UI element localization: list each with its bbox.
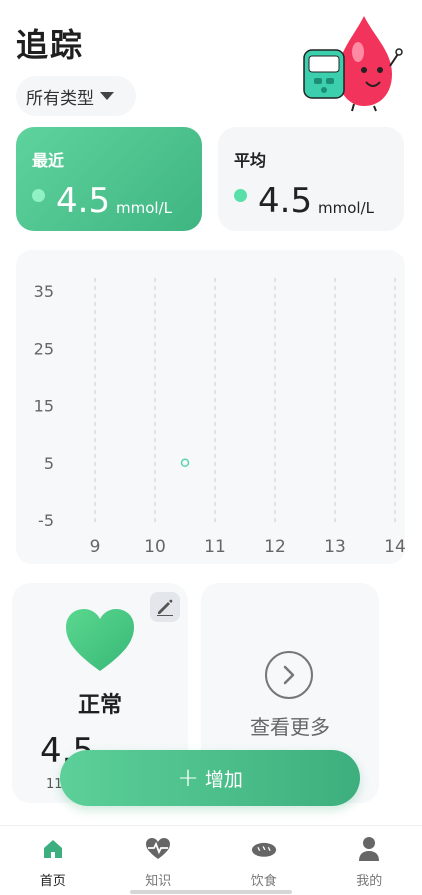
x-tick-label: 9: [90, 537, 101, 557]
bottom-tab-bar: 首页 知识 饮食 我的: [0, 825, 422, 895]
tab-knowledge-label: 知识: [145, 874, 172, 889]
x-tick-label: 12: [264, 537, 286, 557]
recent-label: 最近: [32, 151, 65, 170]
y-tick-label: 25: [34, 339, 54, 358]
recent-reading-card[interactable]: 最近 4.5 mmol/L: [16, 127, 202, 231]
health-status-text: 正常: [77, 693, 122, 718]
bread-icon: [251, 836, 277, 862]
average-dot-icon: [234, 189, 247, 202]
type-filter-dropdown[interactable]: 所有类型: [16, 76, 136, 116]
user-icon: [356, 836, 382, 862]
tab-knowledge[interactable]: 知识: [106, 826, 212, 895]
tab-diet-label: 饮食: [250, 874, 277, 889]
glucose-chart[interactable]: 9 10 11 12 13 14 35 25 15 5 -5: [16, 250, 405, 564]
tab-home[interactable]: 首页: [0, 826, 106, 895]
x-tick-label: 10: [144, 537, 166, 557]
recent-dot-icon: [32, 189, 45, 202]
add-button-label: 增加: [204, 768, 243, 791]
heartbeat-icon: [145, 836, 171, 862]
caret-down-icon: [100, 92, 114, 100]
blood-drop-mascot-illustration: [303, 16, 403, 112]
y-tick-label: 15: [34, 397, 54, 416]
home-icon: [40, 836, 66, 862]
tab-diet[interactable]: 饮食: [211, 826, 317, 895]
add-record-button[interactable]: + 增加: [60, 750, 360, 806]
average-unit: mmol/L: [318, 199, 374, 217]
tab-profile-label: 我的: [356, 874, 383, 889]
tab-profile[interactable]: 我的: [317, 826, 422, 895]
page-title: 追踪: [16, 26, 85, 64]
type-filter-label: 所有类型: [26, 88, 94, 109]
arrow-right-circle-icon: [265, 651, 313, 699]
pencil-icon: [157, 599, 173, 616]
plus-icon: +: [177, 763, 199, 793]
average-value: 4.5: [258, 181, 313, 221]
x-tick-label: 14: [384, 537, 405, 557]
data-point: [180, 458, 190, 467]
recent-value: 4.5: [56, 181, 111, 221]
x-tick-label: 13: [324, 537, 346, 557]
average-label: 平均: [234, 151, 267, 170]
edit-button[interactable]: [150, 592, 180, 622]
glucose-chart-svg: 9 10 11 12 13 14 35 25 15 5 -5: [34, 278, 405, 557]
recent-unit: mmol/L: [116, 199, 172, 217]
home-indicator: [130, 890, 292, 894]
heart-icon: [66, 609, 134, 671]
tab-home-label: 首页: [39, 874, 66, 889]
y-tick-label: -5: [38, 511, 54, 530]
y-tick-label: 35: [34, 282, 54, 301]
view-more-label: 查看更多: [250, 715, 330, 739]
y-tick-label: 5: [44, 454, 54, 473]
x-tick-label: 11: [204, 537, 226, 557]
average-reading-card[interactable]: 平均 4.5 mmol/L: [218, 127, 404, 231]
